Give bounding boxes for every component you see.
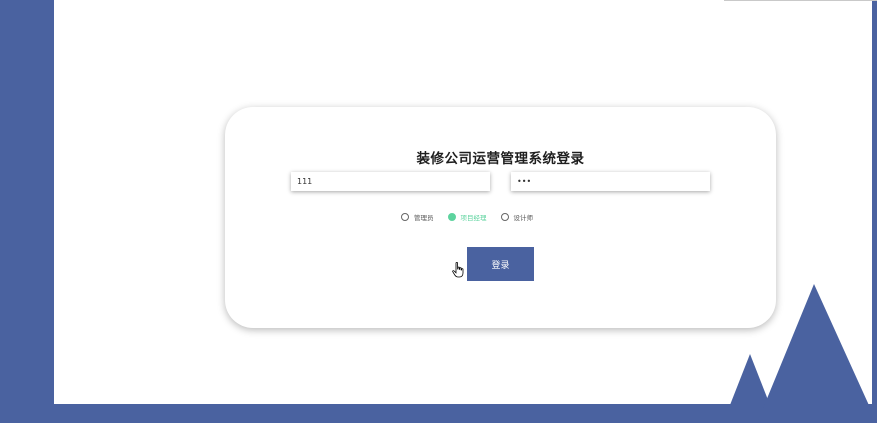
role-radio-group: 管理员 项目经理 设计师 — [401, 211, 547, 223]
role-radio-designer[interactable]: 设计师 — [500, 212, 534, 222]
radio-selected-icon — [447, 213, 456, 221]
role-radio-project-manager[interactable]: 项目经理 — [447, 212, 487, 222]
username-input[interactable] — [291, 172, 490, 191]
hand-pointer-icon — [452, 262, 464, 278]
login-title: 装修公司运营管理系统登录 — [416, 151, 585, 167]
role-label-project-manager: 项目经理 — [460, 214, 487, 222]
role-label-admin: 管理员 — [414, 214, 434, 222]
login-card: 装修公司运营管理系统登录 管理员 项目经理 设计师 登录 — [225, 107, 776, 328]
radio-circle-icon — [401, 213, 409, 221]
login-button[interactable]: 登录 — [467, 247, 534, 281]
radio-circle-icon — [500, 213, 509, 221]
role-radio-admin[interactable]: 管理员 — [401, 212, 434, 222]
mountain-icon — [730, 284, 877, 423]
password-input[interactable] — [511, 172, 710, 191]
role-label-designer: 设计师 — [513, 214, 534, 222]
top-divider — [724, 0, 877, 1]
